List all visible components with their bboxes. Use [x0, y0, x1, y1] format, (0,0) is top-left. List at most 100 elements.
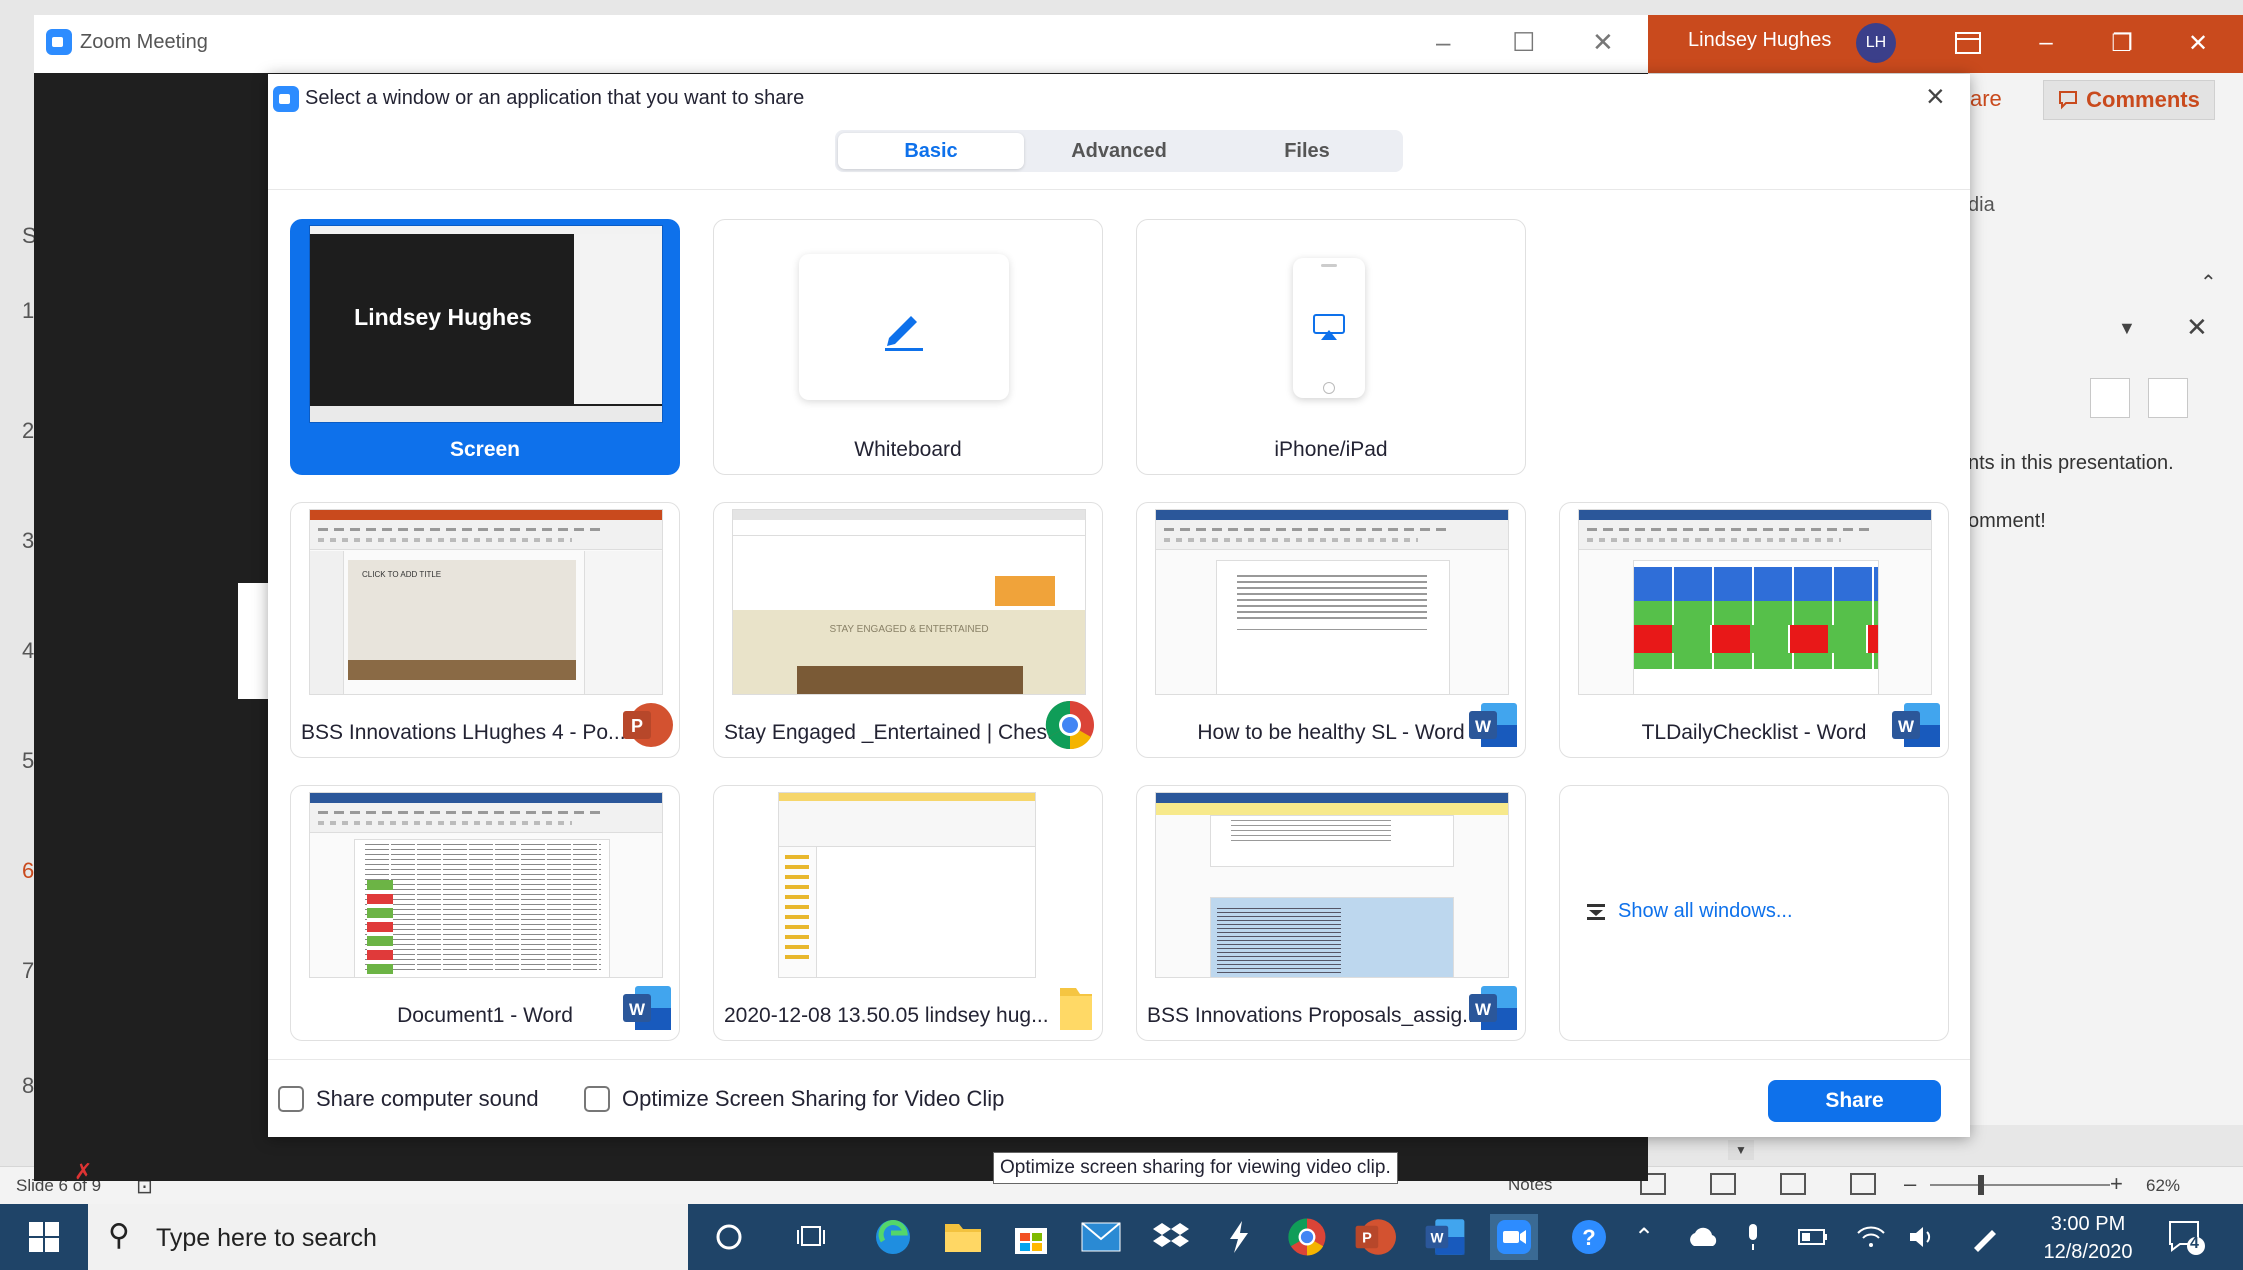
svg-text:W: W: [1430, 1231, 1443, 1246]
powerpoint-titlebar: Lindsey Hughes LH – ❐ ✕: [1648, 15, 2243, 73]
checkbox-box[interactable]: [584, 1086, 610, 1112]
show-all-label: Show all windows...: [1618, 900, 1793, 922]
card-label: BSS Innovations LHughes 4 - Po...: [301, 721, 626, 744]
show-all-windows-card[interactable]: Show all windows...: [1559, 785, 1949, 1041]
share-computer-sound-checkbox[interactable]: Share computer sound: [278, 1086, 539, 1112]
window-thumbnail: [778, 792, 1036, 978]
share-screen-dialog: Select a window or an application that y…: [268, 74, 1970, 1137]
slide-number: 7: [22, 958, 35, 983]
slideshow-icon[interactable]: [1850, 1173, 1876, 1195]
window-card[interactable]: Document1 - Word W: [290, 785, 680, 1041]
slide-sorter-icon[interactable]: [1710, 1173, 1736, 1195]
ribbon-display-icon[interactable]: [1948, 25, 1988, 61]
next-comment-icon[interactable]: [2148, 378, 2188, 418]
window-card[interactable]: How to be healthy SL - Word W: [1136, 502, 1526, 758]
slide-number: 4: [22, 638, 35, 663]
task-view-icon[interactable]: [788, 1214, 834, 1260]
zoom-out-icon[interactable]: –: [1904, 1171, 1916, 1197]
start-button[interactable]: [0, 1204, 88, 1270]
help-icon[interactable]: ?: [1566, 1214, 1612, 1260]
taskbar-clock[interactable]: 3:00 PM 12/8/2020: [2028, 1210, 2148, 1266]
minimize-icon[interactable]: –: [2026, 25, 2066, 61]
show-all-windows-link[interactable]: Show all windows...: [1586, 900, 1793, 923]
checkbox-label: Share computer sound: [316, 1086, 539, 1111]
account-name[interactable]: Lindsey Hughes: [1688, 29, 1831, 52]
side-panel-handle[interactable]: [238, 583, 268, 699]
optimize-video-checkbox[interactable]: Optimize Screen Sharing for Video Clip: [584, 1086, 1004, 1112]
windows-taskbar: ⚲ Type here to search P W ? ⌃ 3:00 PM 12…: [0, 1204, 2243, 1270]
close-icon[interactable]: ✕: [2178, 25, 2218, 61]
cortana-icon[interactable]: [706, 1214, 752, 1260]
mail-icon[interactable]: [1078, 1214, 1124, 1260]
file-explorer-icon[interactable]: [940, 1214, 986, 1260]
window-thumbnail: [1155, 509, 1509, 695]
battery-icon[interactable]: [1790, 1214, 1836, 1260]
zoom-app-icon: [273, 86, 299, 112]
new-comment-icon[interactable]: [2090, 378, 2130, 418]
share-option-screen[interactable]: Lindsey Hughes Screen: [290, 219, 680, 475]
svg-text:P: P: [1362, 1231, 1372, 1247]
word-taskbar-icon[interactable]: W: [1422, 1214, 1468, 1260]
show-hidden-icons[interactable]: ⌃: [1634, 1223, 1654, 1252]
phone-preview: [1293, 258, 1365, 398]
window-thumbnail: [1578, 509, 1932, 695]
volume-icon[interactable]: [1900, 1214, 1946, 1260]
powerpoint-taskbar-icon[interactable]: P: [1352, 1214, 1398, 1260]
chrome-taskbar-icon[interactable]: [1284, 1214, 1330, 1260]
close-icon[interactable]: ✕: [1592, 27, 1614, 58]
zoom-in-icon[interactable]: +: [2110, 1171, 2123, 1197]
window-card[interactable]: TLDailyChecklist - Word W: [1559, 502, 1949, 758]
window-title: Zoom Meeting: [80, 31, 208, 53]
svg-text:W: W: [1475, 717, 1492, 736]
checkbox-box[interactable]: [278, 1086, 304, 1112]
screen-thumbnail: Lindsey Hughes: [309, 225, 663, 423]
card-label: Whiteboard: [854, 438, 962, 461]
edge-icon[interactable]: [870, 1214, 916, 1260]
close-icon[interactable]: ×: [1926, 78, 1945, 115]
restore-icon[interactable]: ❐: [2102, 25, 2142, 61]
share-option-whiteboard[interactable]: Whiteboard: [713, 219, 1103, 475]
share-button[interactable]: are: [1970, 86, 2002, 112]
store-icon[interactable]: [1008, 1214, 1054, 1260]
microphone-icon[interactable]: [1730, 1214, 1776, 1260]
search-placeholder: Type here to search: [156, 1224, 377, 1252]
tab-basic[interactable]: Basic: [838, 133, 1024, 169]
card-label: Stay Engaged _Entertained | Chest...: [724, 721, 1071, 744]
share-button[interactable]: Share: [1768, 1080, 1941, 1122]
action-center-icon[interactable]: 4: [2166, 1218, 2210, 1258]
taskbar-search-box[interactable]: ⚲ Type here to search: [88, 1204, 688, 1270]
dropbox-icon[interactable]: [1148, 1214, 1194, 1260]
collapse-ribbon-icon[interactable]: ⌃: [2200, 270, 2217, 295]
window-card[interactable]: CLICK TO ADD TITLE BSS Innovations LHugh…: [290, 502, 680, 758]
zoom-app-icon: [46, 29, 72, 55]
zoom-slider[interactable]: [1930, 1184, 2110, 1186]
window-card[interactable]: 2020-12-08 13.50.05 lindsey hug...: [713, 785, 1103, 1041]
zoom-slider-thumb[interactable]: [1978, 1175, 1984, 1195]
stamp-app-icon[interactable]: [1216, 1214, 1262, 1260]
window-card[interactable]: STAY ENGAGED & ENTERTAINED Stay Engaged …: [713, 502, 1103, 758]
reading-view-icon[interactable]: [1780, 1173, 1806, 1195]
page-heading: STAY ENGAGED & ENTERTAINED: [829, 624, 989, 635]
maximize-icon[interactable]: ☐: [1512, 27, 1535, 58]
scroll-down-icon[interactable]: ▼: [1728, 1140, 1754, 1160]
window-card[interactable]: BSS Innovations Proposals_assig... W: [1136, 785, 1526, 1041]
onedrive-icon[interactable]: [1680, 1214, 1726, 1260]
pane-message: omment!: [1968, 510, 2046, 532]
comments-button[interactable]: Comments: [2043, 80, 2215, 120]
word-icon: W: [1469, 986, 1517, 1030]
wifi-icon[interactable]: [1848, 1214, 1894, 1260]
powerpoint-thumbnail-strip: S 1 2 3 4 5 6 7 8: [0, 73, 37, 1198]
pane-close-icon[interactable]: ✕: [2186, 312, 2208, 343]
share-option-iphone-ipad[interactable]: iPhone/iPad: [1136, 219, 1526, 475]
avatar[interactable]: LH: [1856, 23, 1896, 63]
comments-pane: [1970, 295, 2243, 1125]
pane-options-icon[interactable]: ▼: [2118, 318, 2136, 339]
muted-mic-icon: ✗: [74, 1159, 93, 1184]
zoom-level[interactable]: 62%: [2146, 1176, 2180, 1196]
zoom-taskbar-icon[interactable]: [1490, 1214, 1538, 1260]
word-icon: W: [1892, 703, 1940, 747]
minimize-icon[interactable]: –: [1436, 27, 1450, 58]
tab-files[interactable]: Files: [1214, 133, 1400, 169]
pen-workspace-icon[interactable]: [1962, 1214, 2008, 1260]
tab-advanced[interactable]: Advanced: [1026, 133, 1212, 169]
